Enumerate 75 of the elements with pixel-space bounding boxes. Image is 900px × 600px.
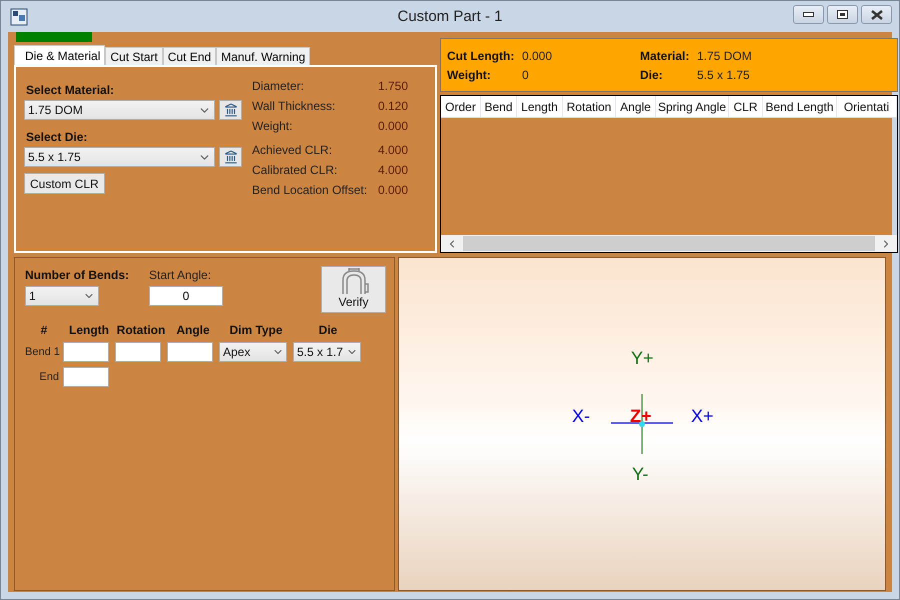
building-icon	[224, 150, 238, 164]
column-header: #	[40, 323, 48, 337]
summary-value: 0	[522, 68, 530, 82]
tab[interactable]: Manuf. Warning	[216, 47, 310, 65]
length-field[interactable]	[63, 367, 109, 387]
column-header[interactable]: Orientati	[837, 96, 897, 117]
summary-value: 0.000	[522, 48, 554, 62]
number-of-bends-label: Number of Bends:	[25, 268, 130, 282]
custom-clr-button[interactable]: Custom CLR	[24, 173, 105, 194]
number-of-bends-select[interactable]: 1	[25, 286, 99, 306]
property-label: Diameter:	[252, 79, 306, 93]
property-value: 1.750	[378, 79, 408, 93]
die-select[interactable]: 5.5 x 1.75	[24, 147, 215, 167]
angle-field[interactable]	[167, 342, 213, 362]
row-label: End	[38, 371, 60, 383]
maximize-icon	[837, 10, 848, 19]
select-material-label: Select Material:	[26, 83, 116, 97]
summary-label: Material:	[640, 48, 690, 62]
tab[interactable]: Cut End	[162, 47, 216, 65]
column-header: Dim Type	[228, 323, 284, 337]
scrollbar-thumb[interactable]	[463, 236, 875, 251]
window-title: Custom Part - 1	[397, 8, 503, 25]
dim-type-select[interactable]: Apex	[219, 342, 287, 362]
tab[interactable]: Cut Start	[105, 47, 163, 65]
start-angle-label: Start Angle:	[149, 268, 212, 282]
library-button[interactable]	[219, 100, 242, 120]
property-value: 4.000	[378, 163, 408, 177]
select-die-label: Select Die:	[26, 130, 88, 144]
property-value: 0.120	[378, 99, 408, 113]
summary-value: 5.5 x 1.75	[697, 68, 751, 82]
column-header[interactable]: Order	[441, 96, 481, 117]
tab[interactable]: Die & Material	[14, 45, 106, 65]
axes-drawing	[611, 394, 673, 454]
column-header[interactable]: Rotation	[563, 96, 616, 117]
column-header: Length	[68, 323, 110, 337]
building-icon	[224, 103, 238, 117]
property-label: Bend Location Offset:	[252, 183, 368, 197]
column-header: Rotation	[116, 323, 166, 337]
close-button[interactable]	[861, 5, 892, 24]
axis-label: Y+	[631, 348, 654, 369]
rotation-field[interactable]	[115, 342, 161, 362]
library-button[interactable]	[219, 147, 242, 167]
property-value: 0.000	[378, 183, 408, 197]
column-header[interactable]: Bend Length	[763, 96, 837, 117]
column-header: Die	[318, 323, 338, 337]
app-icon	[10, 8, 28, 26]
property-label: Achieved CLR:	[252, 143, 334, 157]
start-angle-field[interactable]: 0	[149, 286, 224, 306]
property-value: 0.000	[378, 119, 408, 133]
verify-button[interactable]: Verify	[321, 266, 386, 313]
column-header[interactable]: Bend	[481, 96, 517, 117]
summary-label: Weight:	[447, 68, 492, 82]
column-header[interactable]: Angle	[616, 96, 656, 117]
minimize-button[interactable]	[793, 5, 824, 24]
column-header[interactable]: CLR	[729, 96, 763, 117]
minimize-icon	[803, 12, 814, 17]
property-value: 4.000	[378, 143, 408, 157]
column-header[interactable]: Length	[517, 96, 563, 117]
summary-label: Cut Length:	[447, 48, 516, 62]
property-label: Weight:	[252, 119, 294, 133]
die-select[interactable]: 5.5 x 1.7	[293, 342, 361, 362]
summary-label: Die:	[640, 68, 664, 82]
column-header[interactable]: Spring Angle	[656, 96, 729, 117]
property-label: Calibrated CLR:	[252, 163, 338, 177]
axis-label: X-	[572, 406, 590, 427]
material-select[interactable]: 1.75 DOM	[24, 100, 215, 120]
summary-value: 1.75 DOM	[697, 48, 753, 62]
length-field[interactable]	[63, 342, 109, 362]
axis-label: X+	[691, 406, 714, 427]
maximize-button[interactable]	[827, 5, 858, 24]
column-header: Angle	[175, 323, 211, 337]
property-label: Wall Thickness:	[252, 99, 336, 113]
close-icon	[870, 10, 882, 20]
axis-label: Y-	[632, 464, 648, 485]
row-label: Bend 1	[25, 346, 61, 358]
